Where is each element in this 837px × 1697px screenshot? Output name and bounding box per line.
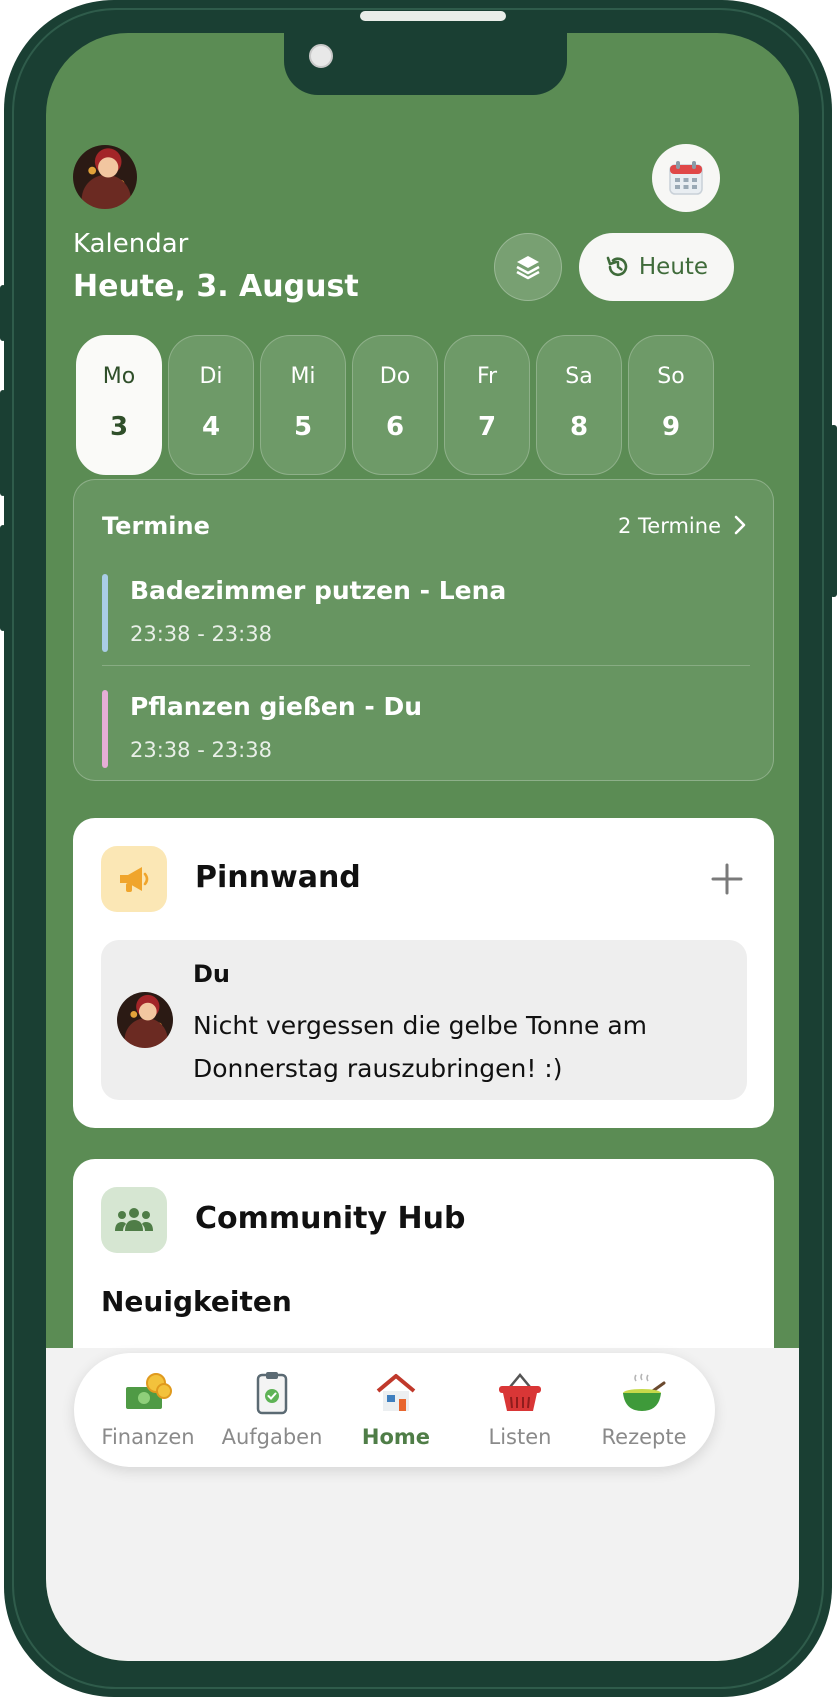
history-icon (606, 256, 628, 276)
appointment-color-bar (102, 574, 108, 652)
soup-bowl-icon (623, 1373, 666, 1411)
calendar-icon (669, 161, 703, 195)
nav-item-finanzen[interactable]: Finanzen (86, 1353, 210, 1467)
layers-icon (516, 256, 540, 280)
phone-frame: Kalendar Heute, 3. August Heute Mo 3 Di … (4, 0, 832, 1697)
user-avatar[interactable] (73, 145, 137, 209)
appointment-title: Pflanzen gießen - Du (130, 692, 423, 721)
nav-label: Rezepte (601, 1425, 687, 1449)
appointment-time: 23:38 - 23:38 (130, 622, 272, 646)
post-text: Nicht vergessen die gelbe Tonne am Donne… (193, 1011, 648, 1083)
nav-label: Aufgaben (221, 1425, 323, 1449)
day-pill-mo[interactable]: Mo 3 (76, 335, 162, 475)
community-icon-box (101, 1187, 167, 1253)
appointments-count-link[interactable]: 2 Termine (618, 514, 721, 538)
divider (102, 665, 750, 666)
house-icon (376, 1374, 416, 1411)
plus-icon (711, 863, 743, 895)
day-number: 8 (569, 412, 589, 442)
day-number: 7 (477, 412, 497, 442)
day-pill-di[interactable]: Di 4 (168, 335, 254, 475)
notch (284, 33, 567, 95)
day-pill-sa[interactable]: Sa 8 (536, 335, 622, 475)
post-author-avatar (117, 992, 173, 1048)
pinboard-card: Pinnwand Du Nicht vergessen die gelbe To… (73, 818, 774, 1128)
section-label: Kalendar (73, 229, 189, 259)
calendar-button[interactable] (652, 144, 720, 212)
day-name: Mo (102, 364, 136, 389)
clipboard-check-icon (256, 1372, 288, 1415)
layers-button[interactable] (494, 233, 562, 301)
appointment-time: 23:38 - 23:38 (130, 738, 272, 762)
nav-item-home[interactable]: Home (334, 1353, 458, 1467)
pinboard-title: Pinnwand (195, 860, 361, 895)
appointment-item[interactable]: Badezimmer putzen - Lena 23:38 - 23:38 (102, 574, 750, 654)
day-pill-mi[interactable]: Mi 5 (260, 335, 346, 475)
news-heading: Neuigkeiten (101, 1285, 292, 1318)
day-pill-do[interactable]: Do 6 (352, 335, 438, 475)
day-number: 9 (661, 412, 681, 442)
day-name: Do (379, 364, 411, 389)
today-button-label: Heute (638, 254, 709, 280)
day-name: Mi (290, 364, 316, 389)
appointment-color-bar (102, 690, 108, 768)
day-name: Fr (476, 364, 498, 389)
people-group-icon (115, 1208, 153, 1231)
day-number: 6 (385, 412, 405, 442)
chevron-right-icon[interactable] (733, 514, 747, 542)
appointments-card: Termine 2 Termine Badezimmer putzen - Le… (73, 479, 774, 781)
nav-label: Home (361, 1425, 431, 1449)
nav-item-rezepte[interactable]: Rezepte (582, 1353, 706, 1467)
megaphone-icon (120, 867, 149, 892)
week-day-selector: Mo 3 Di 4 Mi 5 Do 6 Fr 7 Sa 8 So 9 (76, 335, 774, 475)
pinboard-post[interactable]: Du Nicht vergessen die gelbe Tonne am Do… (101, 940, 747, 1100)
add-post-button[interactable] (710, 862, 744, 896)
day-name: Sa (565, 364, 593, 389)
page-title: Heute, 3. August (73, 269, 359, 304)
appointment-title: Badezimmer putzen - Lena (130, 576, 507, 605)
appointment-item[interactable]: Pflanzen gießen - Du 23:38 - 23:38 (102, 690, 750, 770)
day-name: Di (199, 364, 223, 389)
community-hub-title: Community Hub (195, 1201, 466, 1236)
pinboard-icon-box (101, 846, 167, 912)
money-icon (126, 1373, 172, 1409)
day-number: 5 (293, 412, 313, 442)
day-number: 4 (201, 412, 221, 442)
day-pill-so[interactable]: So 9 (628, 335, 714, 475)
bottom-navigation: Finanzen Aufgaben Home Listen Rezepte (74, 1353, 715, 1467)
day-name: So (657, 364, 685, 389)
post-author: Du (193, 960, 231, 988)
nav-label: Finanzen (101, 1425, 195, 1449)
day-number: 3 (109, 412, 129, 442)
day-pill-fr[interactable]: Fr 7 (444, 335, 530, 475)
nav-item-listen[interactable]: Listen (458, 1353, 582, 1467)
appointments-title: Termine (102, 512, 210, 540)
basket-icon (499, 1373, 541, 1411)
camera-icon (309, 44, 333, 68)
app-screen: Kalendar Heute, 3. August Heute Mo 3 Di … (46, 33, 799, 1661)
speaker-grille (360, 11, 506, 21)
nav-item-aufgaben[interactable]: Aufgaben (210, 1353, 334, 1467)
nav-label: Listen (488, 1425, 552, 1449)
today-button[interactable]: Heute (579, 233, 734, 301)
